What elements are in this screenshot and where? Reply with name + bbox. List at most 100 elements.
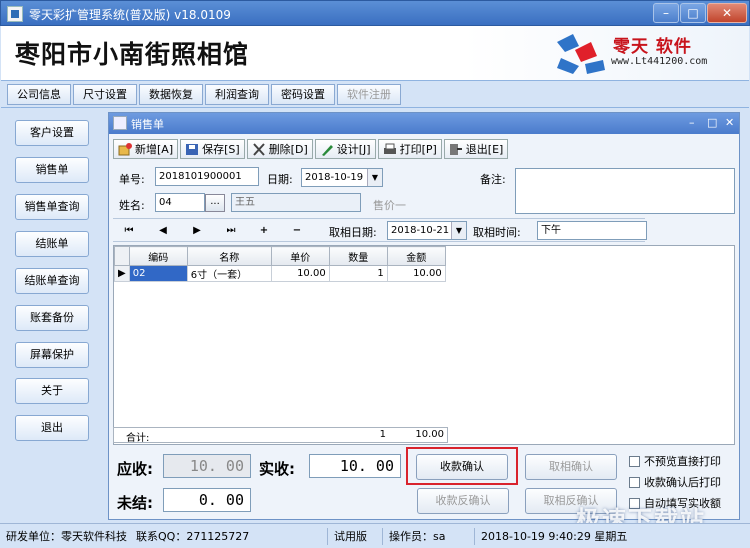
sidebar-item-customer-settings[interactable]: 客户设置 xyxy=(15,120,89,146)
delete-row-icon[interactable]: − xyxy=(287,223,307,239)
sidebar-item-account-backup[interactable]: 账套备份 xyxy=(15,305,89,331)
design-button[interactable]: 设计[J] xyxy=(314,139,376,159)
unsettled-field: 0. 00 xyxy=(163,488,251,512)
customer-code-field[interactable]: 04 xyxy=(155,193,205,212)
receivable-label: 应收: xyxy=(117,460,153,478)
child-maximize-button[interactable]: □ xyxy=(707,116,717,129)
child-close-button[interactable]: ✕ xyxy=(725,116,734,129)
cell-amount[interactable]: 10.00 xyxy=(386,265,446,282)
logo-mark-icon xyxy=(557,34,605,74)
add-icon xyxy=(118,142,132,156)
delete-button[interactable]: 删除[D] xyxy=(246,139,313,159)
current-row-indicator: ▶ xyxy=(114,265,130,282)
confirm-payment-button[interactable]: 收款确认 xyxy=(416,454,508,480)
order-no-field[interactable]: 2018101900001 xyxy=(155,167,259,186)
tab-company-info[interactable]: 公司信息 xyxy=(7,84,71,105)
received-label: 实收: xyxy=(259,460,295,478)
child-minimize-button[interactable]: – xyxy=(689,116,695,129)
chevron-down-icon[interactable]: ▼ xyxy=(451,222,466,239)
customer-lookup-button[interactable]: ... xyxy=(205,194,225,212)
sum-label: 合计: xyxy=(126,433,150,444)
pickup-date-value: 2018-10-21 xyxy=(391,225,450,236)
sales-order-window: 销售单 – □ ✕ 新增[A] 保存[S] 删除[D] 设计[J] 打印[P] … xyxy=(108,112,740,520)
cell-qty[interactable]: 1 xyxy=(328,265,388,282)
delete-label: 删除[D] xyxy=(268,143,308,156)
save-button[interactable]: 保存[S] xyxy=(180,139,245,159)
date-picker[interactable]: 2018-10-19 ▼ xyxy=(301,168,383,187)
confirm-pickup-button[interactable]: 取相确认 xyxy=(525,454,617,480)
received-field[interactable]: 10. 00 xyxy=(309,454,401,478)
exit-icon xyxy=(449,143,463,156)
tab-password-settings[interactable]: 密码设置 xyxy=(271,84,335,105)
tab-size-settings[interactable]: 尺寸设置 xyxy=(73,84,137,105)
column-header-code[interactable]: 编码 xyxy=(128,246,188,266)
date-value: 2018-10-19 xyxy=(305,172,364,183)
reverse-payment-button[interactable]: 收款反确认 xyxy=(417,488,509,514)
column-header-name[interactable]: 名称 xyxy=(186,246,272,266)
header-banner: 枣阳市小南街照相馆 零天 软件 www.Lt441200.com xyxy=(1,26,749,80)
printer-icon xyxy=(383,143,397,156)
tab-profit-query[interactable]: 利润查询 xyxy=(205,84,269,105)
no-preview-print-checkbox[interactable]: 不预览直接打印 xyxy=(629,453,721,469)
column-header-price[interactable]: 单价 xyxy=(270,246,330,266)
sidebar-item-settlement[interactable]: 结账单 xyxy=(15,231,89,257)
status-developer: 研发单位：零天软件科技 xyxy=(6,530,127,543)
customer-name-field: 王五 xyxy=(231,193,361,212)
unsettled-label: 未结: xyxy=(117,494,153,512)
print-after-payment-checkbox[interactable]: 收款确认后打印 xyxy=(629,474,721,490)
sidebar-item-about[interactable]: 关于 xyxy=(15,378,89,404)
logo-brand-text: 零天 软件 xyxy=(613,37,692,57)
last-record-icon[interactable]: ⏭ xyxy=(221,223,241,239)
window-titlebar: 零天彩扩管理系统(普及版) v18.0109 – □ ✕ xyxy=(0,0,750,26)
tab-software-register[interactable]: 软件注册 xyxy=(337,84,401,105)
sidebar-item-exit[interactable]: 退出 xyxy=(15,415,89,441)
row-indicator-header xyxy=(114,246,130,266)
app-icon xyxy=(7,6,23,22)
logo-url-text: www.Lt441200.com xyxy=(611,56,708,67)
tab-data-restore[interactable]: 数据恢复 xyxy=(139,84,203,105)
status-datetime: 2018-10-19 9:40:29 星期五 xyxy=(474,528,627,545)
add-label: 新增[A] xyxy=(135,143,174,156)
table-row[interactable]: ▶ 02 6寸（一套） 10.00 1 10.00 xyxy=(114,265,446,282)
top-tabbar: 公司信息 尺寸设置 数据恢复 利润查询 密码设置 软件注册 xyxy=(1,80,749,108)
price-tier-label: 售价一 xyxy=(373,199,406,212)
cell-code[interactable]: 02 xyxy=(128,265,188,282)
add-button[interactable]: 新增[A] xyxy=(113,139,179,159)
name-label: 姓名: xyxy=(119,199,145,212)
company-name: 枣阳市小南街照相馆 xyxy=(15,40,250,69)
next-record-icon[interactable]: ▶ xyxy=(187,223,207,239)
sales-window-titlebar: 销售单 – □ ✕ xyxy=(109,113,739,134)
checkbox-label: 收款确认后打印 xyxy=(644,476,721,489)
maximize-button[interactable]: □ xyxy=(680,3,706,23)
remark-field[interactable] xyxy=(515,168,735,214)
column-header-amount[interactable]: 金额 xyxy=(386,246,446,266)
exit-button[interactable]: 退出[E] xyxy=(443,139,509,159)
sales-toolbar: 新增[A] 保存[S] 删除[D] 设计[J] 打印[P] 退出[E] xyxy=(113,139,509,161)
add-row-icon[interactable]: + xyxy=(254,223,274,239)
cell-price[interactable]: 10.00 xyxy=(270,265,330,282)
close-button[interactable]: ✕ xyxy=(707,3,747,23)
checkbox-box[interactable] xyxy=(629,455,640,467)
sidebar-item-settlement-query[interactable]: 结账单查询 xyxy=(15,268,89,294)
column-header-qty[interactable]: 数量 xyxy=(328,246,388,266)
checkbox-box[interactable] xyxy=(629,476,640,488)
sidebar-item-sales-query[interactable]: 销售单查询 xyxy=(15,194,89,220)
cell-name[interactable]: 6寸（一套） xyxy=(186,265,272,282)
window-title: 零天彩扩管理系统(普及版) v18.0109 xyxy=(29,8,231,22)
first-record-icon[interactable]: ⏮ xyxy=(119,223,139,239)
delete-icon xyxy=(252,142,266,156)
sales-window-icon xyxy=(113,116,127,130)
design-icon xyxy=(320,143,334,156)
print-button[interactable]: 打印[P] xyxy=(377,139,442,159)
pickup-time-field[interactable]: 下午 xyxy=(537,221,647,240)
sidebar-item-sales-order[interactable]: 销售单 xyxy=(15,157,89,183)
sidebar-item-screen-lock[interactable]: 屏幕保护 xyxy=(15,342,89,368)
minimize-button[interactable]: – xyxy=(653,3,679,23)
receivable-field: 10. 00 xyxy=(163,454,251,478)
prev-record-icon[interactable]: ◀ xyxy=(153,223,173,239)
pickup-date-picker[interactable]: 2018-10-21 ▼ xyxy=(387,221,467,240)
remark-label: 备注: xyxy=(480,173,506,186)
pickup-time-label: 取相时间: xyxy=(473,226,521,239)
chevron-down-icon[interactable]: ▼ xyxy=(367,169,382,186)
sidebar: 客户设置 销售单 销售单查询 结账单 结账单查询 账套备份 屏幕保护 关于 退出 xyxy=(6,112,105,520)
